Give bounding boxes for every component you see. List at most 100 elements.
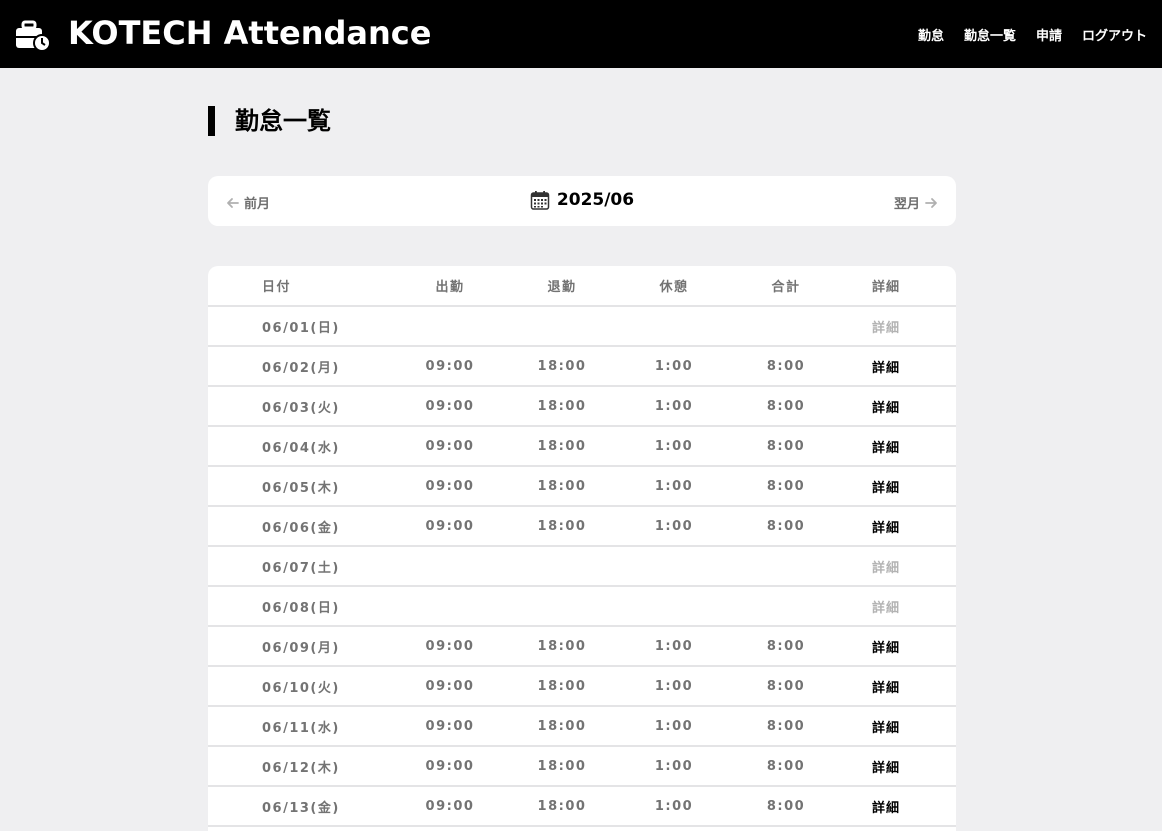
header-bar: KOTECH Attendance 勤怠 勤怠一覧 申請 ログアウト (0, 0, 1162, 68)
detail-link: 詳細 (872, 600, 901, 616)
cell-date: 06/04(水) (208, 426, 394, 467)
nav-requests[interactable]: 申請 (1036, 25, 1062, 44)
col-total: 合計 (730, 266, 842, 307)
cell-date: 06/03(火) (208, 386, 394, 427)
cell-detail: 詳細 (842, 506, 956, 547)
cell-clock-in: 09:00 (394, 506, 506, 547)
cell-clock-in: 09:00 (394, 386, 506, 427)
cell-break: 1:00 (618, 386, 730, 427)
table-row: 06/05(木) 09:00 18:00 1:00 8:00 詳細 (208, 466, 956, 507)
detail-link[interactable]: 詳細 (872, 481, 900, 496)
cell-clock-out (506, 306, 618, 347)
cell-date: 06/01(日) (208, 306, 394, 347)
detail-link[interactable]: 詳細 (872, 721, 900, 736)
cell-clock-out: 18:00 (506, 786, 618, 827)
cell-date: 06/08(日) (208, 586, 394, 627)
detail-link[interactable]: 詳細 (872, 801, 900, 816)
page-title: 勤怠一覧 (208, 106, 331, 136)
cell-date: 06/11(水) (208, 706, 394, 747)
col-clock-in: 出勤 (394, 266, 506, 307)
cell-detail: 詳細 (842, 386, 956, 427)
next-month-label: 翌月 (893, 197, 920, 212)
col-clock-out: 退勤 (506, 266, 618, 307)
next-month-button[interactable]: 翌月 (894, 193, 938, 212)
cell-detail: 詳細 (842, 626, 956, 667)
cell-date: 06/13(金) (208, 786, 394, 827)
table-row: 06/10(火) 09:00 18:00 1:00 8:00 詳細 (208, 666, 956, 707)
current-month-label[interactable]: 2025/06 (557, 190, 634, 210)
cell-detail: 詳細 (842, 586, 956, 627)
detail-link[interactable]: 詳細 (872, 521, 900, 536)
cell-total: 8:00 (730, 666, 842, 707)
arrow-right-icon (925, 197, 937, 208)
cell-clock-in: 09:00 (394, 666, 506, 707)
cell-clock-out (506, 586, 618, 627)
nav-logout[interactable]: ログアウト (1082, 25, 1147, 44)
current-month: 2025/06 (208, 190, 956, 210)
cell-break: 1:00 (618, 666, 730, 707)
detail-link[interactable]: 詳細 (872, 681, 900, 696)
cell-break (618, 586, 730, 627)
cell-total (730, 546, 842, 587)
cell-clock-in: 09:00 (394, 626, 506, 667)
table-row: 06/07(土) 詳細 (208, 546, 956, 587)
cell-clock-out: 18:00 (506, 386, 618, 427)
cell-detail: 詳細 (842, 666, 956, 707)
cell-clock-out: 18:00 (506, 506, 618, 547)
nav-attendance-list[interactable]: 勤怠一覧 (964, 25, 1016, 44)
table-row: 06/02(月) 09:00 18:00 1:00 8:00 詳細 (208, 346, 956, 387)
table-row: 06/09(月) 09:00 18:00 1:00 8:00 詳細 (208, 626, 956, 667)
app-brand[interactable]: KOTECH Attendance (68, 14, 431, 52)
cell-detail: 詳細 (842, 746, 956, 787)
cell-total (730, 586, 842, 627)
cell-total: 8:00 (730, 786, 842, 827)
cell-clock-out: 18:00 (506, 626, 618, 667)
cell-break (618, 546, 730, 587)
cell-total (730, 306, 842, 347)
cell-total: 8:00 (730, 386, 842, 427)
cell-clock-in: 09:00 (394, 706, 506, 747)
cell-detail: 詳細 (842, 706, 956, 747)
detail-link: 詳細 (872, 320, 901, 336)
cell-clock-in (394, 546, 506, 587)
briefcase-clock-icon (16, 20, 51, 52)
cell-detail: 詳細 (842, 346, 956, 387)
cell-clock-in: 09:00 (394, 746, 506, 787)
cell-break: 1:00 (618, 706, 730, 747)
prev-month-button[interactable]: 前月 (226, 193, 270, 212)
cell-break: 1:00 (618, 786, 730, 827)
cell-date: 06/06(金) (208, 506, 394, 547)
cell-total: 8:00 (730, 746, 842, 787)
detail-link[interactable]: 詳細 (872, 441, 900, 456)
table-header-row: 日付 出勤 退勤 休憩 合計 詳細 (208, 266, 956, 307)
cell-break (618, 306, 730, 347)
cell-total: 8:00 (730, 346, 842, 387)
cell-break: 1:00 (618, 346, 730, 387)
month-navigator: 前月 2025/06 翌月 (208, 176, 956, 226)
table-row: 06/06(金) 09:00 18:00 1:00 8:00 詳細 (208, 506, 956, 547)
cell-clock-in: 09:00 (394, 426, 506, 467)
table-row: 06/04(水) 09:00 18:00 1:00 8:00 詳細 (208, 426, 956, 467)
col-detail: 詳細 (842, 266, 956, 307)
detail-link[interactable]: 詳細 (872, 361, 900, 376)
cell-clock-out: 18:00 (506, 466, 618, 507)
detail-link[interactable]: 詳細 (872, 761, 900, 776)
detail-link[interactable]: 詳細 (872, 641, 900, 656)
main-nav: 勤怠 勤怠一覧 申請 ログアウト (898, 25, 1147, 44)
nav-attendance[interactable]: 勤怠 (918, 25, 944, 44)
cell-detail: 詳細 (842, 306, 956, 347)
table-row: 06/01(日) 詳細 (208, 306, 956, 347)
cell-detail: 詳細 (842, 426, 956, 467)
table-row: 06/03(火) 09:00 18:00 1:00 8:00 詳細 (208, 386, 956, 427)
cell-clock-in: 09:00 (394, 786, 506, 827)
cell-break: 1:00 (618, 426, 730, 467)
cell-clock-out (506, 546, 618, 587)
detail-link[interactable]: 詳細 (872, 401, 900, 416)
calendar-icon (530, 191, 550, 210)
cell-date: 06/09(月) (208, 626, 394, 667)
cell-detail: 詳細 (842, 786, 956, 827)
cell-total: 8:00 (730, 506, 842, 547)
table-row: 06/08(日) 詳細 (208, 586, 956, 627)
prev-month-label: 前月 (244, 197, 271, 212)
cell-clock-out: 18:00 (506, 746, 618, 787)
